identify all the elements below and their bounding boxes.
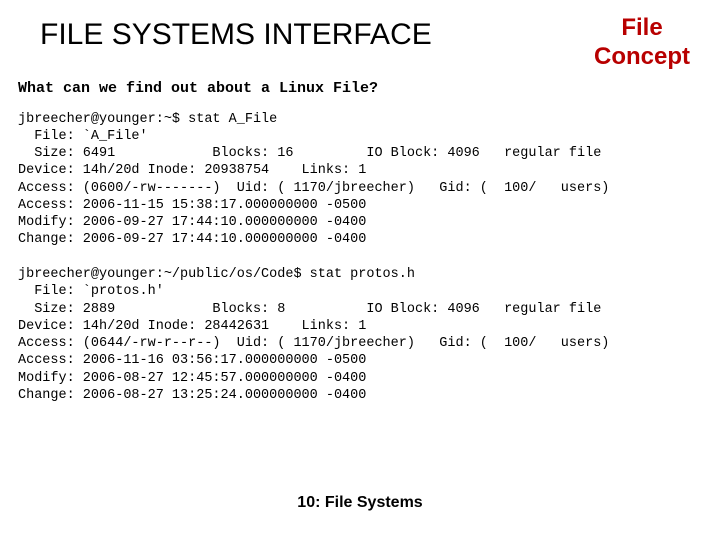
question-text: What can we find out about a Linux File? — [0, 72, 720, 97]
concept-line2: Concept — [594, 43, 690, 72]
terminal-output: jbreecher@younger:~$ stat A_File File: `… — [0, 97, 720, 405]
section-topic: File Concept — [594, 14, 690, 72]
footer-label: 10: File Systems — [0, 494, 720, 512]
header: FILE SYSTEMS INTERFACE File Concept — [0, 0, 720, 72]
concept-line1: File — [594, 14, 690, 43]
page-title: FILE SYSTEMS INTERFACE — [40, 18, 432, 52]
